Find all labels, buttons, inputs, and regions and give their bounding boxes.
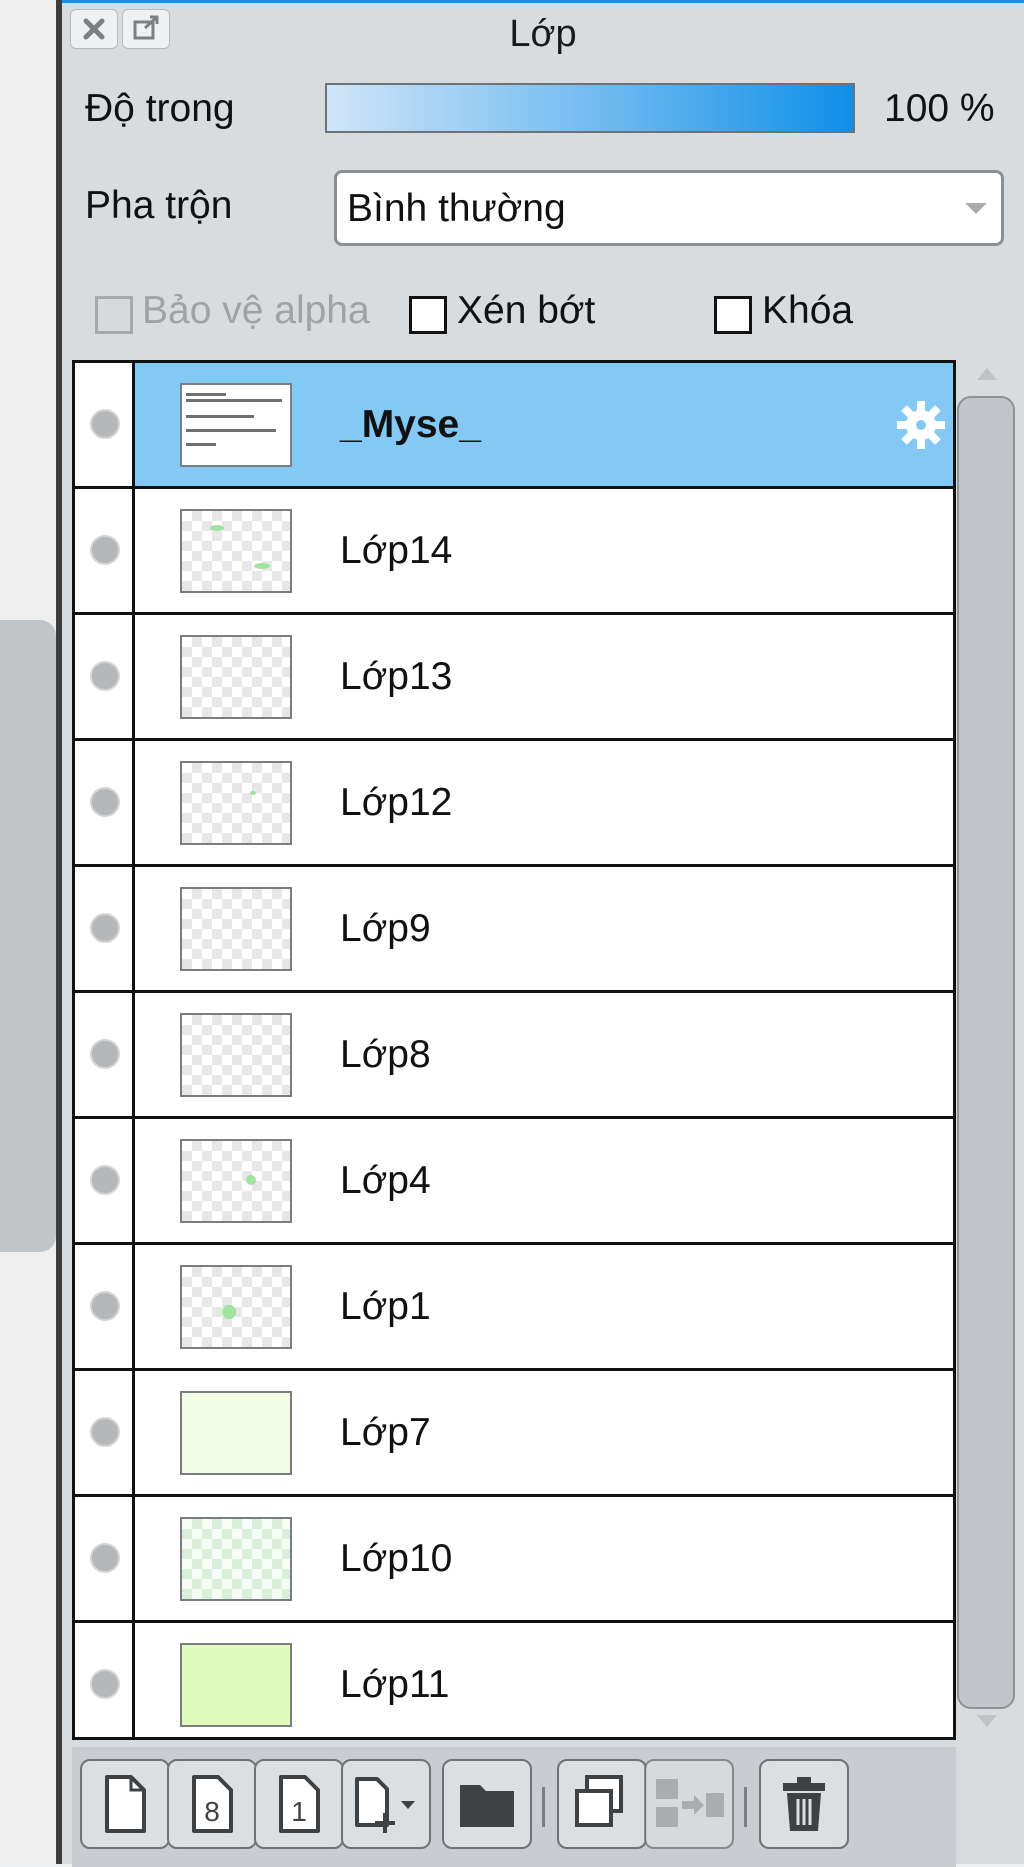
scroll-up-arrow-icon[interactable] xyxy=(977,368,997,380)
layer-row[interactable]: Lớp8 xyxy=(75,993,953,1119)
protect-alpha-label: Bảo vệ alpha xyxy=(142,289,370,332)
layer-name: Lớp10 xyxy=(340,1537,453,1580)
new-8bit-layer-button[interactable]: 8 xyxy=(167,1759,257,1849)
layer-thumbnail xyxy=(180,1391,292,1475)
layer-list: _Myse_ Lớp14 Lớp13 Lớp12 Lớp9 Lớp8 Lớp4 Lớp1 Lớp… xyxy=(72,360,956,1740)
visibility-dot-icon xyxy=(90,661,120,691)
layer-row[interactable]: Lớp7 xyxy=(75,1371,953,1497)
layer-name: Lớp12 xyxy=(340,781,453,824)
visibility-dot-icon xyxy=(90,787,120,817)
new-1bit-layer-button[interactable]: 1 xyxy=(254,1759,344,1849)
visibility-toggle[interactable] xyxy=(75,1497,135,1620)
gear-icon[interactable] xyxy=(895,399,947,451)
new-layer-button[interactable] xyxy=(80,1759,170,1849)
toolbar-separator xyxy=(744,1787,747,1827)
delete-layer-icon xyxy=(783,1777,825,1831)
layer-row[interactable]: Lớp4 xyxy=(75,1119,953,1245)
new-8bit-layer-icon: 8 xyxy=(192,1775,233,1833)
new-folder-icon xyxy=(460,1785,514,1827)
layer-thumbnail xyxy=(180,509,292,593)
layer-name: Lớp11 xyxy=(340,1663,450,1706)
opacity-slider[interactable] xyxy=(325,83,855,133)
blend-mode-value: Bình thường xyxy=(347,187,566,230)
add-special-layer-button[interactable] xyxy=(341,1759,431,1849)
visibility-dot-icon xyxy=(90,1165,120,1195)
new-folder-button[interactable] xyxy=(442,1759,532,1849)
opacity-value: 100 % xyxy=(884,87,995,130)
visibility-dot-icon xyxy=(90,1039,120,1069)
blend-mode-label: Pha trộn xyxy=(85,184,233,227)
layer-name: Lớp13 xyxy=(340,655,453,698)
layer-row[interactable]: Lớp14 xyxy=(75,489,953,615)
visibility-toggle[interactable] xyxy=(75,867,135,990)
layer-toolbar: 8 1 xyxy=(72,1747,956,1867)
layer-thumbnail xyxy=(180,887,292,971)
layer-name: Lớp1 xyxy=(340,1285,431,1328)
layer-thumbnail xyxy=(180,1013,292,1097)
layer-row[interactable]: Lớp12 xyxy=(75,741,953,867)
layer-row[interactable]: Lớp9 xyxy=(75,867,953,993)
layer-row[interactable]: Lớp1 xyxy=(75,1245,953,1371)
visibility-toggle[interactable] xyxy=(75,993,135,1116)
delete-layer-button[interactable] xyxy=(759,1759,849,1849)
layer-thumbnail xyxy=(180,761,292,845)
duplicate-layer-button[interactable] xyxy=(557,1759,647,1849)
new-1bit-layer-icon: 1 xyxy=(279,1775,320,1833)
lock-checkbox[interactable] xyxy=(714,296,752,334)
visibility-dot-icon xyxy=(90,1291,120,1321)
merge-down-button[interactable] xyxy=(644,1759,734,1849)
layer-thumbnail xyxy=(180,383,292,467)
visibility-toggle[interactable] xyxy=(75,615,135,738)
panel-title: Lớp xyxy=(509,13,577,55)
clipping-checkbox[interactable] xyxy=(409,296,447,334)
layer-list-scrollbar[interactable] xyxy=(957,396,1015,1709)
layer-row[interactable]: _Myse_ xyxy=(75,363,953,489)
blend-mode-select[interactable]: Bình thường xyxy=(334,170,1004,246)
visibility-dot-icon xyxy=(90,535,120,565)
layer-name: Lớp8 xyxy=(340,1033,431,1076)
clipping-label: Xén bớt xyxy=(457,289,596,332)
scroll-down-arrow-icon[interactable] xyxy=(977,1715,997,1727)
toolbar-separator xyxy=(542,1787,545,1827)
duplicate-layer-icon xyxy=(575,1775,623,1827)
layer-name: Lớp4 xyxy=(340,1159,431,1202)
visibility-toggle[interactable] xyxy=(75,489,135,612)
chevron-down-icon xyxy=(965,203,987,214)
layer-row[interactable]: Lớp13 xyxy=(75,615,953,741)
layer-thumbnail xyxy=(180,1517,292,1601)
layer-thumbnail xyxy=(180,1139,292,1223)
layer-thumbnail xyxy=(180,1643,292,1727)
visibility-toggle[interactable] xyxy=(75,1623,135,1737)
visibility-dot-icon xyxy=(90,409,120,439)
layer-thumbnail xyxy=(180,1265,292,1349)
visibility-toggle[interactable] xyxy=(75,1245,135,1368)
badge-8: 8 xyxy=(204,1796,220,1827)
layer-row[interactable]: Lớp10 xyxy=(75,1497,953,1623)
layer-name: Lớp9 xyxy=(340,907,431,950)
opacity-label: Độ trong xyxy=(85,87,235,130)
layer-name: Lớp7 xyxy=(340,1411,431,1454)
visibility-dot-icon xyxy=(90,1669,120,1699)
layer-name: _Myse_ xyxy=(340,403,481,446)
visibility-toggle[interactable] xyxy=(75,741,135,864)
layer-panel: Lớp Độ trong 100 % Pha trộn Bình thường … xyxy=(62,0,1024,1867)
protect-alpha-checkbox[interactable] xyxy=(95,296,133,334)
side-panel-handle[interactable] xyxy=(0,620,56,1252)
lock-label: Khóa xyxy=(762,289,854,332)
visibility-toggle[interactable] xyxy=(75,363,135,486)
layer-row[interactable]: Lớp11 xyxy=(75,1623,953,1737)
badge-1: 1 xyxy=(291,1796,307,1827)
new-layer-icon xyxy=(105,1775,146,1833)
merge-down-icon xyxy=(656,1779,724,1827)
visibility-dot-icon xyxy=(90,913,120,943)
visibility-dot-icon xyxy=(90,1417,120,1447)
layer-name: Lớp14 xyxy=(340,529,453,572)
visibility-toggle[interactable] xyxy=(75,1371,135,1494)
dropdown-arrow-icon xyxy=(401,1801,415,1809)
visibility-dot-icon xyxy=(90,1543,120,1573)
visibility-toggle[interactable] xyxy=(75,1119,135,1242)
add-special-layer-icon xyxy=(355,1777,415,1833)
layer-thumbnail xyxy=(180,635,292,719)
